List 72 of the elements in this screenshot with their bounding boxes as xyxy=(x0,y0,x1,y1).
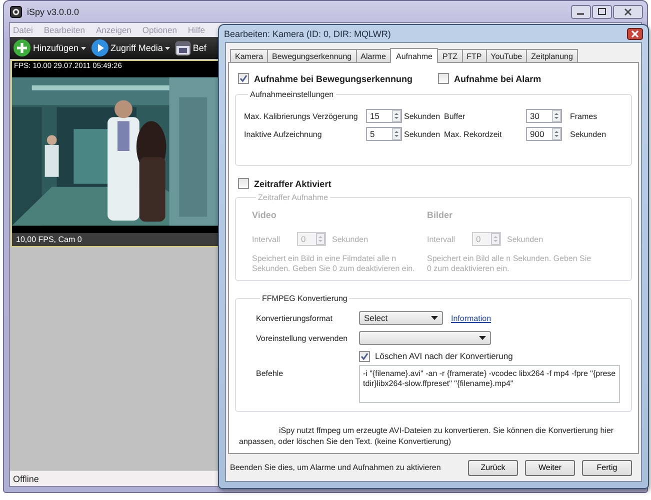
checkbox[interactable] xyxy=(438,73,449,84)
field-label: Konvertierungsformat xyxy=(256,314,334,322)
tab[interactable]: Bewegungserkennung xyxy=(267,49,357,62)
group-title: FFMPEG Konvertierung xyxy=(261,294,348,303)
field-label: Befehle xyxy=(256,368,284,378)
description-text: Speichert ein Bild alle n Sekunden. Geben Sie 0 zum deaktivieren ein. xyxy=(427,254,592,274)
caret-icon[interactable] xyxy=(164,46,170,50)
field-label: Intervall xyxy=(427,234,456,244)
tab[interactable]: Zeitplanung xyxy=(526,49,578,62)
group-title: Zeitraffer Aufnahme xyxy=(257,193,330,202)
info-text: iSpy nutzt ffmpeg um erzeugte AVI-Dateien zu konvertieren. Sie können die Konvertierung hier anpassen, oder löschen Sie den Text. (keine Konvertierung) xyxy=(239,426,615,448)
spinner-arrows-icon[interactable] xyxy=(392,128,401,140)
add-icon xyxy=(13,39,31,57)
spinner-arrows-icon[interactable] xyxy=(552,110,561,122)
number-field[interactable]: 5 xyxy=(366,127,402,141)
unit-label: Sekunden xyxy=(404,130,442,138)
camera-caption: 10,00 FPS, Cam 0 xyxy=(12,233,220,246)
hint-text: Beenden Sie dies, um Alarme und Aufnahmen zu aktivieren xyxy=(230,463,442,472)
spinner-arrows-icon[interactable] xyxy=(392,110,401,122)
tab[interactable]: Aufnahme xyxy=(390,48,438,63)
field-label: Buffer xyxy=(444,112,466,120)
close-icon[interactable] xyxy=(613,4,643,18)
unit-label: Frames xyxy=(570,112,598,120)
group-title: Aufnahmeeinstellungen xyxy=(249,90,335,99)
checkbox-label: Löschen AVI nach der Konvertierung xyxy=(375,351,513,361)
checkbox[interactable] xyxy=(238,178,249,189)
play-icon xyxy=(90,39,109,57)
field-label: Voreinstellung verwenden xyxy=(256,334,349,342)
column-heading: Bilder xyxy=(427,210,454,222)
calendar-icon xyxy=(174,40,191,56)
dropdown[interactable]: Select xyxy=(359,311,443,325)
caret-icon[interactable] xyxy=(431,316,438,320)
command-field[interactable]: -i "{filename}.avi" -an -r {framerate} -vcodec libx264 -f mp4 -fpre "{presetdir}libx264-slow.ffpreset" "{filename}.mp4" xyxy=(359,365,620,403)
checkbox-label: Aufnahme bei Bewegungserkennung xyxy=(254,74,413,84)
tab[interactable]: FTP xyxy=(462,49,487,62)
information-link[interactable]: Information xyxy=(451,314,492,322)
field-label: Intervall xyxy=(252,234,282,244)
number-field[interactable]: 30 xyxy=(526,109,562,123)
tab[interactable]: Kamera xyxy=(230,49,268,62)
close-icon[interactable] xyxy=(627,28,643,40)
wizard-button[interactable]: Fertig xyxy=(582,460,632,476)
maximize-icon[interactable] xyxy=(592,4,612,18)
wizard-button[interactable]: Zurück xyxy=(468,460,518,476)
window-title: Bearbeiten: Kamera (ID: 0, DIR: MQLWR) xyxy=(224,28,391,38)
field-label: Inaktive Aufzeichnung xyxy=(244,130,323,138)
window-title: iSpy v3.0.0.0 xyxy=(27,6,80,16)
toolbar-button[interactable]: Hinzufügen xyxy=(13,39,86,57)
minimize-icon[interactable] xyxy=(571,4,591,18)
unit-label: Sekunden xyxy=(332,234,368,244)
number-field[interactable]: 900 xyxy=(526,127,562,141)
column-heading: Video xyxy=(252,210,278,222)
tab[interactable]: YouTube xyxy=(486,49,528,62)
toolbar-button[interactable]: Zugriff Media xyxy=(90,39,170,57)
checkbox-label: Aufnahme bei Alarm xyxy=(454,74,542,84)
tab[interactable]: PTZ xyxy=(437,49,463,62)
caret-icon[interactable] xyxy=(479,336,486,340)
unit-label: Sekunden xyxy=(404,112,442,120)
field-label: Max. Rekordzeit xyxy=(444,130,503,138)
tab[interactable]: Alarme xyxy=(356,49,391,62)
number-field[interactable]: 15 xyxy=(366,109,402,123)
app-icon xyxy=(10,6,22,18)
unit-label: Sekunden xyxy=(570,130,608,138)
checkbox[interactable] xyxy=(238,73,249,84)
wizard-button[interactable]: Weiter xyxy=(525,460,575,476)
description-text: Speichert ein Bild in eine Filmdatei alle n Sekunden. Geben Sie 0 zum deaktivieren ein. xyxy=(252,254,416,274)
field-label: Max. Kalibrierungs Verzögerung xyxy=(244,112,359,120)
spinner-arrows-icon[interactable] xyxy=(552,128,561,140)
checkbox-label: Zeitraffer Aktiviert xyxy=(254,178,332,188)
checkbox[interactable] xyxy=(359,350,370,362)
caret-icon[interactable] xyxy=(80,46,86,50)
unit-label: Sekunden xyxy=(507,234,544,244)
toolbar-button[interactable]: Bef xyxy=(174,40,206,56)
